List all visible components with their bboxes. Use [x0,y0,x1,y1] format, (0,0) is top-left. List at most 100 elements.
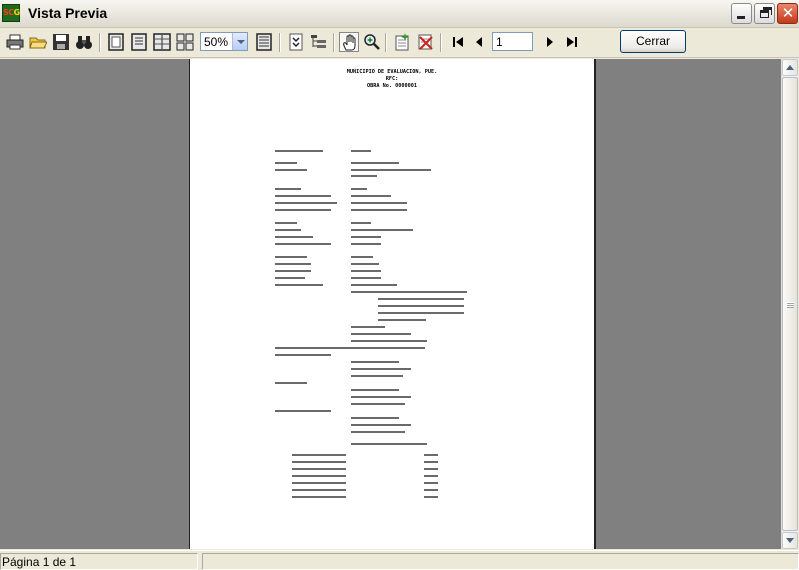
close-window-button[interactable]: ✕ [777,3,798,24]
scroll-thumb[interactable] [782,77,798,531]
new-document-button[interactable] [392,32,412,52]
report-text-line [424,475,438,477]
zoom-in-button[interactable] [362,32,382,52]
chevron-down-icon[interactable] [232,33,247,50]
report-text-line [378,298,464,300]
report-text-line [424,468,438,470]
report-text-line [351,209,407,211]
preview-area[interactable]: MUNICIPIO DE EVALUACION, PUE. RFC: OBRA … [0,59,781,549]
save-button[interactable] [51,32,71,52]
title-bar: SCG Vista Previa ✕ [0,0,799,28]
page-width-button[interactable] [129,32,149,52]
report-text-line [292,482,346,484]
close-icon: ✕ [781,4,795,22]
open-button[interactable] [28,32,48,52]
report-text-line [424,489,438,491]
zoom-in-icon [364,34,380,50]
next-page-button[interactable] [540,32,560,52]
window-title: Vista Previa [28,5,108,21]
report-text-line [351,162,399,164]
report-text-line [275,202,337,204]
report-text-line [292,475,346,477]
report-text-line [275,410,331,412]
four-pages-button[interactable] [175,32,195,52]
report-text-line [351,202,407,204]
report-body [275,150,467,498]
report-text-line [351,326,385,328]
report-text-line [351,284,397,286]
report-text-line [275,284,323,286]
vertical-scrollbar[interactable] [781,59,798,549]
delete-document-button[interactable] [415,32,435,52]
open-folder-icon [29,37,47,49]
preview-window: SCG Vista Previa ✕ 50% 1 Cerrar MUNICIPI… [0,0,799,570]
report-text-line [351,389,399,391]
report-text-line [351,263,379,265]
scroll-down-button[interactable] [782,532,798,549]
report-text-line [351,424,411,426]
report-text-line [351,175,377,177]
report-page: MUNICIPIO DE EVALUACION, PUE. RFC: OBRA … [189,59,596,549]
find-button[interactable] [74,32,94,52]
report-text-line [275,195,331,197]
report-text-line [275,188,301,190]
hand-tool-button[interactable] [339,32,359,52]
report-text-line [275,270,311,272]
report-text-line [351,340,427,342]
next-page-icon [547,37,553,47]
page-info: Página 1 de 1 [0,553,198,570]
report-text-line [351,256,373,258]
report-text-line [351,403,405,405]
report-text-line [424,482,438,484]
zoom-select[interactable]: 50% [200,32,248,51]
previous-page-button[interactable] [469,32,489,52]
report-text-line [275,229,301,231]
report-text-line [275,222,297,224]
tree-icon [311,35,326,48]
report-text-line [351,195,391,197]
first-page-icon [453,37,463,47]
list-button[interactable] [254,32,274,52]
printer-icon [6,34,24,50]
report-text-line [351,368,411,370]
close-button[interactable]: Cerrar [620,30,686,53]
zoom-value: 50% [204,35,229,49]
two-pages-button[interactable] [152,32,172,52]
report-text-line [351,375,403,377]
report-text-line [351,277,381,279]
hand-icon [343,34,356,51]
page-number-input[interactable]: 1 [492,32,533,51]
last-page-button[interactable] [562,32,582,52]
minimize-button[interactable] [731,3,752,24]
two-pages-icon [153,33,171,51]
one-page-button[interactable] [106,32,126,52]
save-disk-icon [53,34,69,50]
report-text-line [275,169,307,171]
report-text-line [292,489,346,491]
report-text-line [424,454,438,456]
report-text-line [292,461,346,463]
status-pane [202,553,799,570]
tree-button[interactable] [309,32,329,52]
report-text-line [424,461,438,463]
report-text-line [351,361,399,363]
export-button[interactable] [286,32,306,52]
report-text-line [275,150,323,152]
previous-page-icon [476,37,482,47]
status-bar: Página 1 de 1 [0,550,799,570]
report-text-line [351,222,371,224]
report-text-line [275,347,425,349]
report-text-line [292,468,346,470]
report-text-line [275,162,297,164]
report-text-line [275,236,313,238]
report-text-line [378,319,426,321]
report-text-line [275,243,331,245]
print-button[interactable] [5,32,25,52]
export-icon [289,33,303,51]
report-text-line [351,229,413,231]
restore-button[interactable] [754,3,775,24]
first-page-button[interactable] [448,32,468,52]
report-text-line [424,496,438,498]
scroll-up-button[interactable] [782,59,798,76]
four-pages-icon [176,33,194,51]
